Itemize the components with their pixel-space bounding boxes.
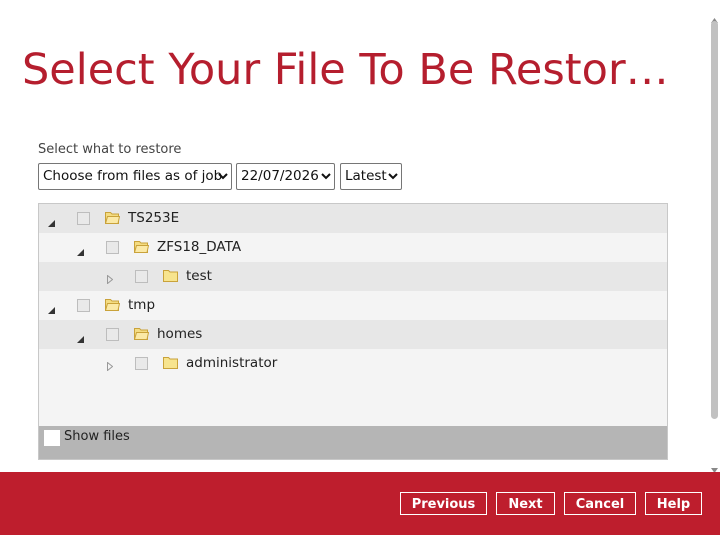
folder-icon <box>163 269 178 282</box>
scroll-thumb[interactable] <box>711 21 718 419</box>
folder-open-icon <box>104 298 121 311</box>
tree-node-label[interactable]: TS253E <box>128 210 179 226</box>
folder-open-icon <box>133 327 150 340</box>
tree-node-label[interactable]: test <box>186 268 212 284</box>
tree-node-label[interactable]: administrator <box>186 355 277 371</box>
file-tree: TS253E ZFS18_DATA test tmp homes adminis… <box>38 203 668 460</box>
previous-button[interactable]: Previous <box>400 492 487 515</box>
tree-node-checkbox[interactable] <box>135 357 148 370</box>
page-title: Select Your File To Be Restor… <box>22 45 669 95</box>
tree-node-checkbox[interactable] <box>135 270 148 283</box>
tree-node: TS253E <box>39 204 667 233</box>
tree-node-label[interactable]: tmp <box>128 297 155 313</box>
tree-node-checkbox[interactable] <box>77 299 90 312</box>
cancel-button[interactable]: Cancel <box>564 492 636 515</box>
tree-node: tmp <box>39 291 667 320</box>
restore-version-select[interactable]: Latest <box>340 163 402 190</box>
show-files-label[interactable]: Show files <box>64 429 130 444</box>
restore-mode-select[interactable]: Choose from files as of job <box>38 163 232 190</box>
next-button[interactable]: Next <box>496 492 555 515</box>
tree-node: administrator <box>39 349 667 378</box>
folder-open-icon <box>104 211 121 224</box>
restore-date-select[interactable]: 22/07/2026 <box>236 163 335 190</box>
restore-version-value: Latest <box>345 168 387 184</box>
tree-node: ZFS18_DATA <box>39 233 667 262</box>
tree-node: homes <box>39 320 667 349</box>
tree-node-checkbox[interactable] <box>106 241 119 254</box>
footer-bar: Previous Next Cancel Help <box>0 472 720 535</box>
tree-node-label[interactable]: homes <box>157 326 202 342</box>
tree-node: test <box>39 262 667 291</box>
help-button[interactable]: Help <box>645 492 702 515</box>
restore-mode-value: Choose from files as of job <box>43 168 223 184</box>
restore-label: Select what to restore <box>38 142 182 157</box>
restore-date-value: 22/07/2026 <box>241 168 319 184</box>
folder-open-icon <box>133 240 150 253</box>
tree-node-checkbox[interactable] <box>106 328 119 341</box>
folder-icon <box>163 356 178 369</box>
tree-node-checkbox[interactable] <box>77 212 90 225</box>
page-scrollbar[interactable] <box>708 8 718 473</box>
show-files-bar: Show files <box>39 426 667 459</box>
show-files-checkbox[interactable] <box>44 430 60 446</box>
tree-node-label[interactable]: ZFS18_DATA <box>157 239 241 255</box>
